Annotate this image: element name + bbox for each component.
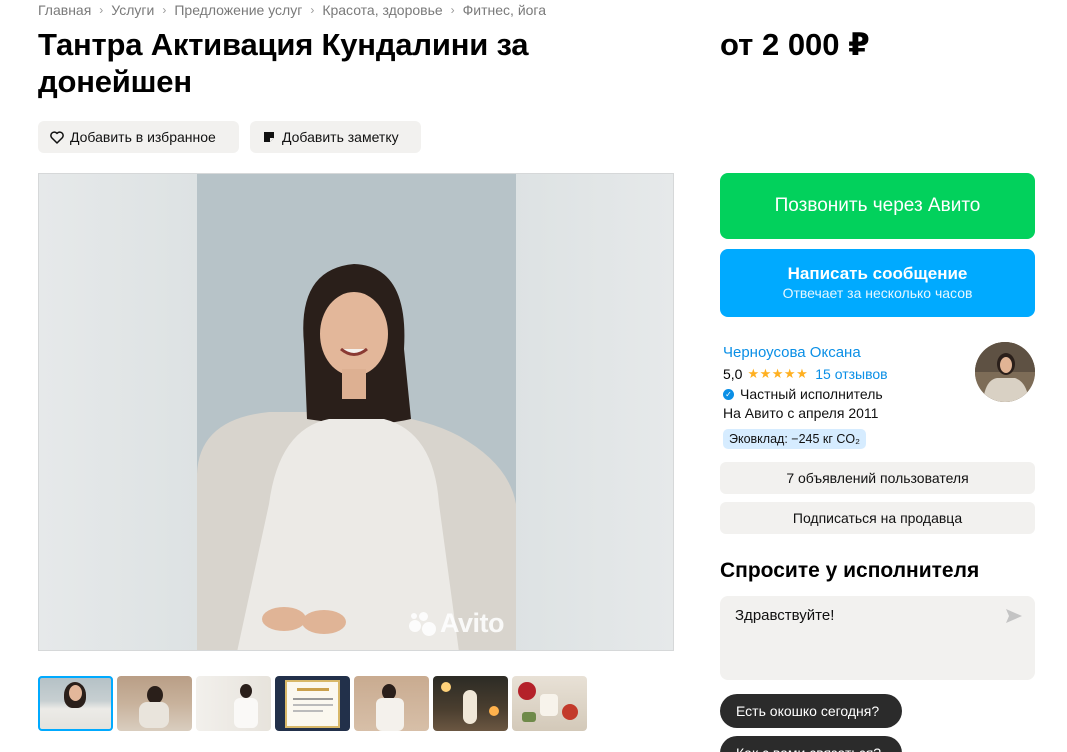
note-icon [262,130,276,144]
ask-message-input[interactable]: Здравствуйте! [720,596,1035,680]
seller-name-link[interactable]: Черноусова Оксана [723,344,861,361]
add-note-label: Добавить заметку [282,129,399,145]
photo-thumbnails [38,676,587,731]
avito-watermark: Avito [409,608,505,639]
thumbnail-4[interactable] [275,676,350,731]
chevron-right-icon: › [162,3,167,17]
call-via-avito-button[interactable]: Позвонить через Авито [720,173,1035,239]
add-note-button[interactable]: Добавить заметку [250,121,421,153]
photo-illustration [197,264,516,650]
listing-title: Тантра Активация Кундалини за донейшен [38,27,529,99]
seller-since: На Авито с апреля 2011 [723,405,879,421]
add-to-favorites-label: Добавить в избранное [70,129,216,145]
seller-type: ✓ Частный исполнитель [723,386,883,402]
verified-check-icon: ✓ [723,388,734,400]
listing-price: от 2 000 ₽ [720,27,870,62]
seller-avatar[interactable] [975,342,1035,402]
ask-message-text: Здравствуйте! [735,607,835,624]
eco-contribution-badge[interactable]: Эковклад: −245 кг CO₂ [723,429,867,449]
write-message-label: Написать сообщение [787,264,968,283]
write-message-button[interactable]: Написать сообщение Отвечает за несколько… [720,249,1035,317]
quick-question-chip[interactable]: Есть окошко сегодня? [720,694,902,728]
reviews-link[interactable]: 15 отзывов [815,366,887,382]
rating-value: 5,0 [723,366,743,382]
chevron-right-icon: › [310,3,315,17]
user-listings-button[interactable]: 7 объявлений пользователя [720,462,1035,494]
subscribe-seller-button[interactable]: Подписаться на продавца [720,502,1035,534]
quick-question-chip[interactable]: Как с вами связаться? [720,736,902,752]
breadcrumb-fitness-yoga[interactable]: Фитнес, йога [463,2,546,18]
breadcrumb-beauty-health[interactable]: Красота, здоровье [322,2,442,18]
thumbnail-1[interactable] [38,676,113,731]
thumbnail-5[interactable] [354,676,429,731]
thumbnail-2[interactable] [117,676,192,731]
response-time-label: Отвечает за несколько часов [782,285,973,301]
ask-seller-heading: Спросите у исполнителя [720,559,980,582]
seller-type-label: Частный исполнитель [740,386,883,402]
breadcrumb-services[interactable]: Услуги [111,2,154,18]
watermark-text: Avito [440,608,505,638]
chevron-right-icon: › [450,3,455,17]
thumbnail-3[interactable] [196,676,271,731]
thumbnail-7[interactable] [512,676,587,731]
seller-rating: 5,0 ★★★★★ 15 отзывов [723,366,888,382]
main-photo[interactable]: Avito [38,173,674,651]
chevron-right-icon: › [99,3,104,17]
breadcrumb: Главная › Услуги › Предложение услуг › К… [38,2,546,18]
avito-logo-icon [409,611,437,636]
breadcrumb-service-offers[interactable]: Предложение услуг [174,2,302,18]
thumbnail-6[interactable] [433,676,508,731]
breadcrumb-home[interactable]: Главная [38,2,91,18]
rating-stars-icon: ★★★★★ [747,366,809,381]
heart-icon [50,130,64,144]
send-icon[interactable] [1005,608,1023,624]
add-to-favorites-button[interactable]: Добавить в избранное [38,121,239,153]
